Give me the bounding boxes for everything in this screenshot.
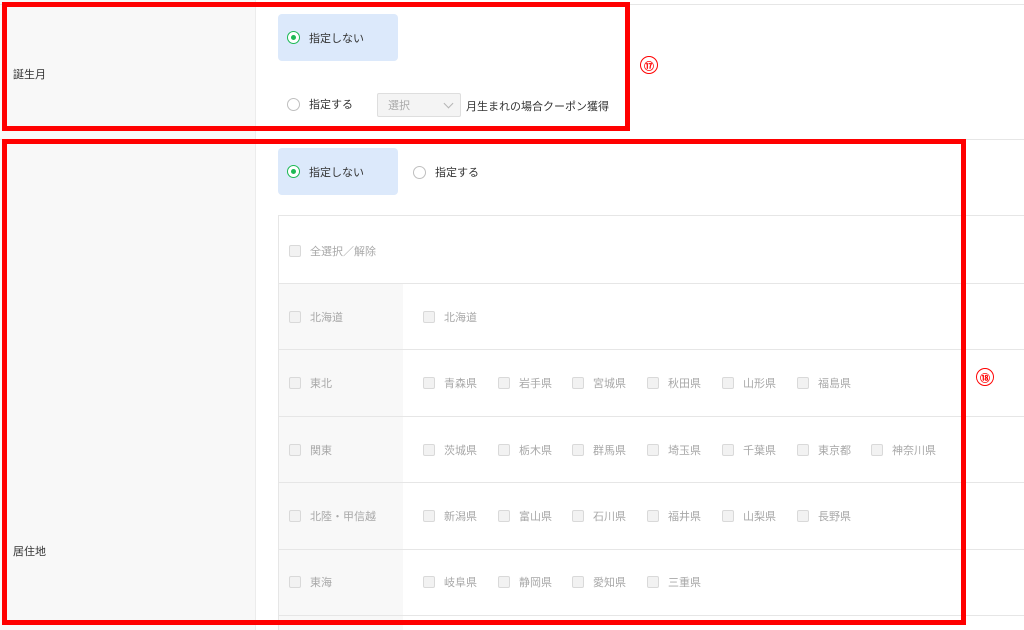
annotation-frame-18 [2, 139, 966, 625]
annotation-badge-18: ⑱ [976, 368, 994, 386]
annotation-badge-17: ⑰ [640, 56, 658, 74]
annotation-frame-17 [2, 2, 630, 131]
